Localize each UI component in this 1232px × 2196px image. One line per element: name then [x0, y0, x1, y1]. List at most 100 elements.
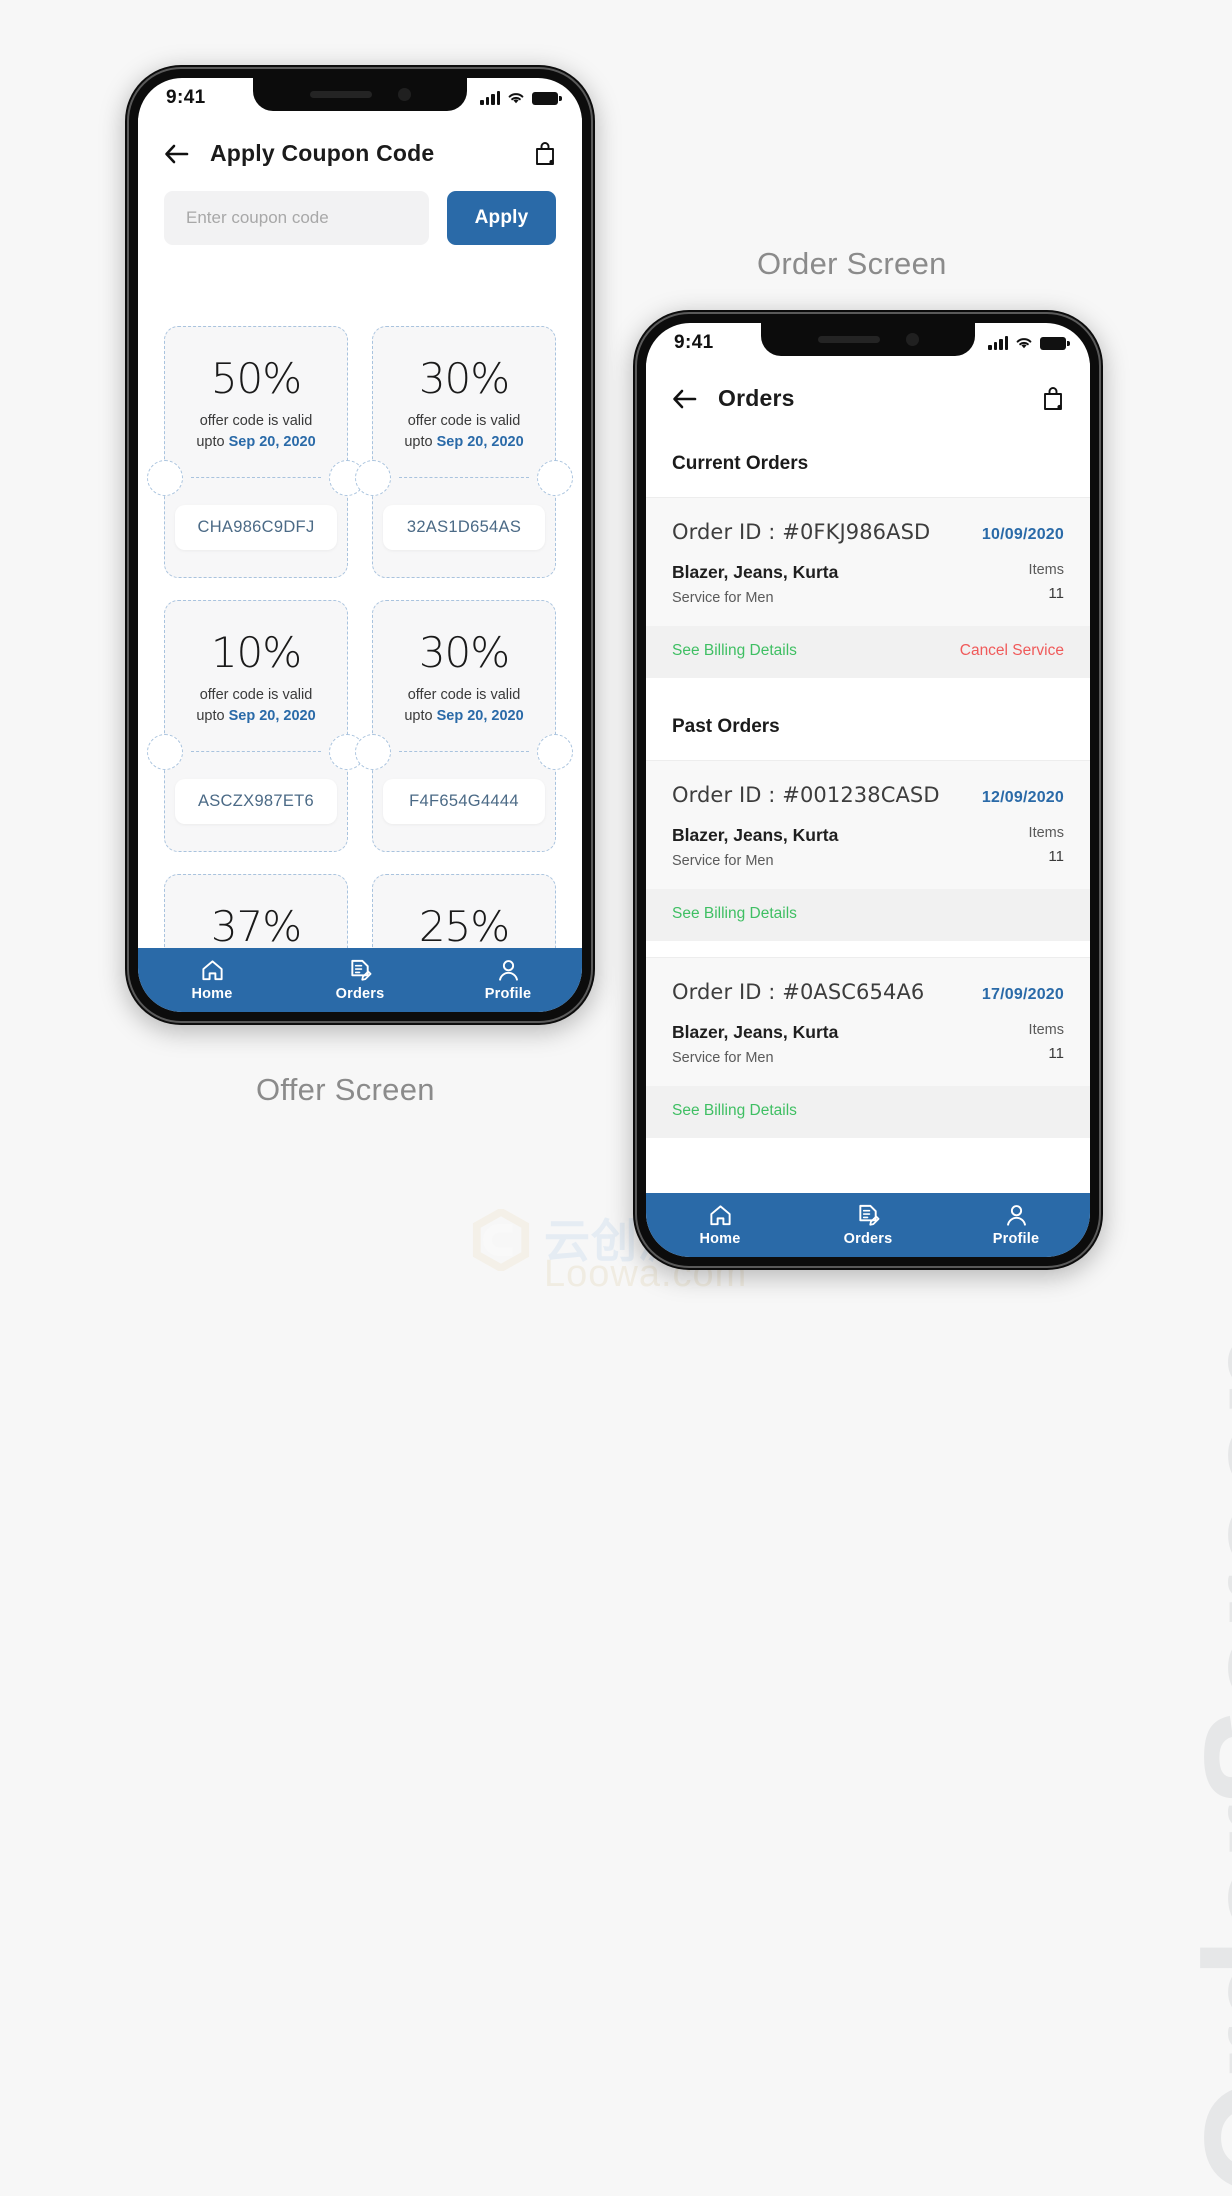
order-items-count: 11 — [1048, 585, 1064, 602]
shopping-bag-icon[interactable] — [534, 141, 556, 167]
coupon-card[interactable]: 30% offer code is valid upto Sep 20, 202… — [355, 600, 573, 852]
caption-offer-screen: Offer Screen — [256, 1072, 435, 1107]
caption-order-screen: Order Screen — [757, 246, 947, 281]
order-date: 10/09/2020 — [981, 526, 1064, 543]
see-billing-details-link[interactable]: See Billing Details — [672, 905, 797, 923]
home-icon — [201, 960, 223, 981]
coupon-validity: offer code is valid upto Sep 20, 2020 — [196, 685, 315, 726]
coupon-validity: offer code is valid upto Sep 20, 2020 — [196, 411, 315, 452]
coupon-bottom: 32AS1D654AS — [373, 478, 555, 577]
coupon-code[interactable]: CHA986C9DFJ — [175, 505, 337, 550]
phone-offer-screen: 9:41 Apply Coupon Code Enter coupon code… — [125, 65, 595, 1025]
nav-item-profile[interactable]: Profile — [434, 958, 582, 1002]
coupon-card[interactable]: 50% offer code is valid upto Sep 20, 202… — [147, 326, 365, 578]
coupon-upto-label: upto — [196, 708, 225, 725]
orders-document-icon — [350, 959, 371, 981]
order-items-count-block: Items 11 — [1029, 562, 1064, 606]
nav-item-home[interactable]: Home — [646, 1203, 794, 1247]
phone-notch — [253, 78, 467, 111]
see-billing-details-link[interactable]: See Billing Details — [672, 642, 797, 660]
coupon-top: 10% offer code is valid upto Sep 20, 202… — [165, 601, 347, 751]
coupon-code[interactable]: F4F654G4444 — [383, 779, 545, 824]
status-time: 9:41 — [674, 332, 714, 353]
coupon-card[interactable]: 37% offer code is valid upto Sep 20, 202… — [164, 874, 348, 948]
see-billing-details-link[interactable]: See Billing Details — [672, 1102, 797, 1120]
order-detail-row: Blazer, Jeans, Kurta Service for Men Ite… — [672, 1022, 1064, 1066]
coupon-percent: 10% — [210, 628, 302, 678]
bottom-navigation: Home Orders Profile — [138, 948, 582, 1012]
order-main: Order ID : #0ASC654A6 17/09/2020 Blazer,… — [646, 958, 1090, 1086]
order-card[interactable]: Order ID : #0ASC654A6 17/09/2020 Blazer,… — [646, 957, 1090, 1138]
coupon-percent: 30% — [418, 628, 510, 678]
coupon-code[interactable]: ASCZX987ET6 — [175, 779, 337, 824]
order-id: Order ID : #001238CASD — [672, 783, 940, 807]
coupon-code-input[interactable] — [164, 191, 429, 245]
nav-label: Orders — [335, 986, 385, 1002]
coupon-notch-left — [147, 734, 183, 770]
order-items-label: Items — [1028, 1022, 1064, 1038]
phone-order-screen: 9:41 Orders Current Orders Order ID: #0… — [633, 310, 1103, 1270]
back-arrow-icon[interactable] — [164, 143, 190, 165]
coupon-bottom: CHA986C9DFJ — [165, 478, 347, 577]
order-items-name: Blazer, Jeans, Kurta — [672, 825, 839, 845]
coupon-valid-date: Sep 20, 2020 — [436, 708, 524, 725]
coupon-bottom: ASCZX987ET6 — [165, 752, 347, 851]
coupon-percent: 30% — [418, 354, 510, 404]
shopping-bag-icon[interactable] — [1042, 386, 1064, 412]
wifi-icon — [1016, 338, 1032, 349]
nav-item-orders[interactable]: Orders — [286, 958, 434, 1002]
hexagon-c-logo-icon — [472, 1209, 530, 1271]
page-title: Apply Coupon Code — [210, 140, 435, 166]
battery-icon — [532, 91, 562, 105]
coupon-notch-right — [537, 734, 573, 770]
section-divider — [646, 678, 1090, 694]
nav-label: Home — [191, 986, 233, 1002]
coupon-list-scroll[interactable]: 50% offer code is valid upto Sep 20, 202… — [138, 326, 582, 948]
bottom-navigation: Home Orders Profile — [646, 1193, 1090, 1257]
status-time: 9:41 — [166, 87, 206, 108]
app-header: Orders — [646, 363, 1090, 430]
coupon-valid-text: offer code is valid — [407, 687, 521, 704]
order-actions: See Billing Details — [646, 889, 1090, 941]
nav-label: Profile — [484, 986, 532, 1002]
coupon-upto-label: upto — [404, 434, 433, 451]
order-id-row: Order ID : #001238CASD 12/09/2020 — [672, 783, 1064, 807]
watermark-orderscreen: OrderScreen — [1173, 1331, 1232, 2196]
cancel-service-link[interactable]: Cancel Service — [960, 642, 1064, 660]
back-arrow-icon[interactable] — [672, 388, 698, 410]
coupon-perforation — [355, 734, 573, 770]
nav-item-profile[interactable]: Profile — [942, 1203, 1090, 1247]
coupon-card[interactable]: 10% offer code is valid upto Sep 20, 202… — [147, 600, 365, 852]
coupon-valid-text: offer code is valid — [199, 687, 313, 704]
nav-item-home[interactable]: Home — [138, 958, 286, 1002]
coupon-notch-left — [355, 460, 391, 496]
nav-item-orders[interactable]: Orders — [794, 1203, 942, 1247]
order-items-count-block: Items 11 — [1029, 825, 1064, 869]
section-title-current-orders: Current Orders — [646, 431, 1090, 497]
coupon-card[interactable]: 30% offer code is valid upto Sep 20, 202… — [355, 326, 573, 578]
order-item-block: Blazer, Jeans, Kurta Service for Men — [672, 1022, 838, 1066]
order-date: 12/09/2020 — [981, 789, 1064, 806]
speaker-icon — [817, 336, 880, 343]
order-id: Order ID : #0FKJ986ASD — [672, 520, 931, 544]
coupon-code[interactable]: 32AS1D654AS — [383, 505, 545, 550]
order-main: Order ID : #0FKJ986ASD 10/09/2020 Blazer… — [646, 498, 1090, 626]
coupon-top: 30% offer code is valid upto Sep 20, 202… — [373, 327, 555, 477]
home-icon — [709, 1205, 731, 1226]
nav-label: Profile — [992, 1231, 1040, 1247]
apply-coupon-button[interactable]: Apply — [447, 191, 556, 245]
coupon-valid-date: Sep 20, 2020 — [228, 708, 316, 725]
nav-label: Orders — [843, 1231, 893, 1247]
coupon-top: 30% offer code is valid upto Sep 20, 202… — [373, 601, 555, 751]
coupon-upto-label: upto — [404, 708, 433, 725]
coupon-validity: offer code is valid upto Sep 20, 2020 — [404, 685, 523, 726]
coupon-card[interactable]: 25% offer code is valid upto Sep 20, 202… — [372, 874, 556, 948]
order-divider — [646, 941, 1090, 957]
order-items-count-block: Items 11 — [1029, 1022, 1064, 1066]
order-card[interactable]: Order ID : #001238CASD 12/09/2020 Blazer… — [646, 760, 1090, 941]
app-header: Apply Coupon Code — [138, 118, 582, 185]
order-card[interactable]: Order ID : #0FKJ986ASD 10/09/2020 Blazer… — [646, 497, 1090, 678]
order-items-count: 11 — [1048, 1045, 1064, 1062]
coupon-valid-date: Sep 20, 2020 — [436, 434, 524, 451]
orders-list-scroll[interactable]: Current Orders Order ID : #0FKJ986ASD 10… — [646, 431, 1090, 1193]
